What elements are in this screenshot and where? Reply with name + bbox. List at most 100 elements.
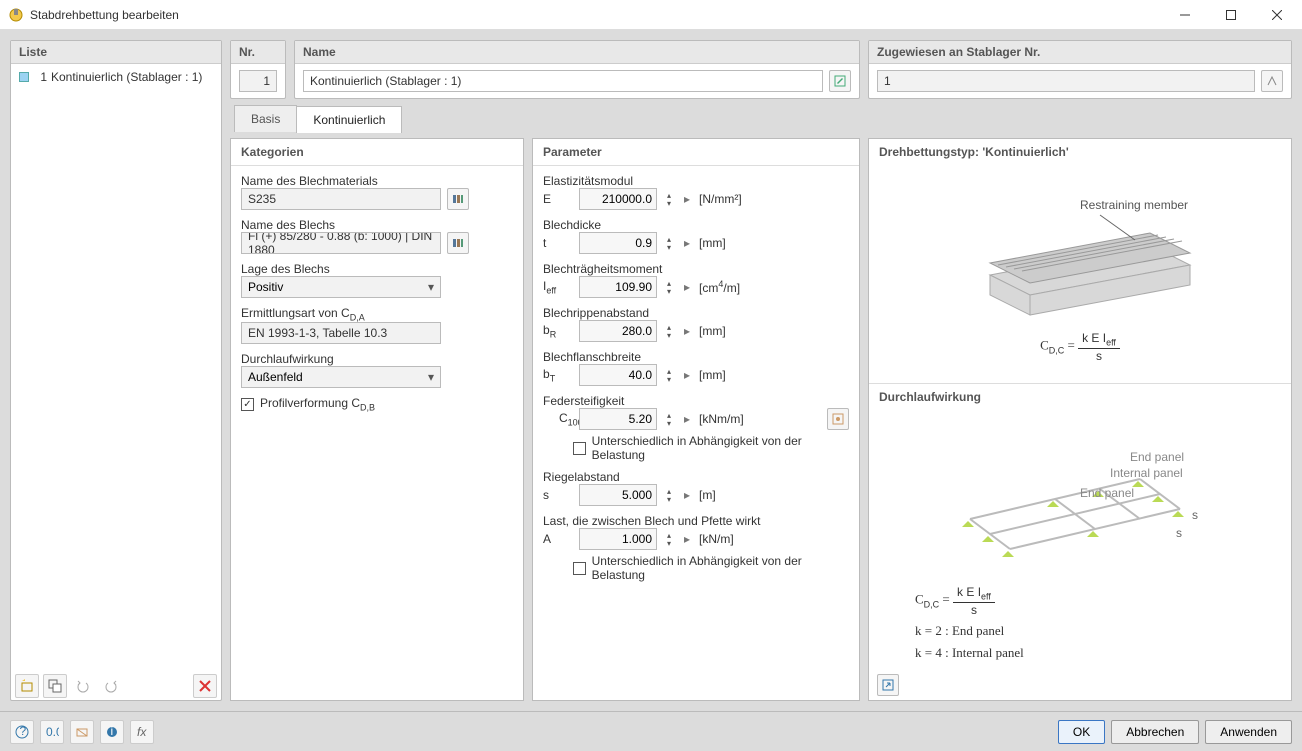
- svg-text:Internal panel: Internal panel: [1110, 466, 1183, 480]
- spinner[interactable]: ▴▾: [663, 320, 675, 342]
- arrow-right-icon[interactable]: ▸: [681, 532, 693, 546]
- determination-value: EN 1993-1-3, Tabelle 10.3: [241, 322, 441, 344]
- spinner[interactable]: ▴▾: [663, 188, 675, 210]
- arrow-right-icon[interactable]: ▸: [681, 412, 693, 426]
- continuous-effect-select[interactable]: Außenfeld ▾: [241, 366, 441, 388]
- pick-member-button[interactable]: [1261, 70, 1283, 92]
- library-button-sheet[interactable]: [447, 232, 469, 254]
- param-E-label: Elastizitätsmodul: [543, 174, 849, 188]
- arrow-right-icon[interactable]: ▸: [681, 236, 693, 250]
- param-A-diff-label: Unterschiedlich in Abhängigkeit von der …: [592, 554, 849, 582]
- list-panel: Liste 1 Kontinuierlich (Stablager : 1): [10, 40, 222, 701]
- param-bR-label: Blechrippenabstand: [543, 306, 849, 320]
- list-header: Liste: [11, 41, 221, 64]
- ok-button[interactable]: OK: [1058, 720, 1105, 744]
- param-C-settings-button[interactable]: [827, 408, 849, 430]
- param-s-unit: [m]: [699, 488, 716, 502]
- param-E-input[interactable]: 210000.0: [579, 188, 657, 210]
- param-t-input[interactable]: 0.9: [579, 232, 657, 254]
- redo-button[interactable]: [99, 674, 123, 698]
- arrow-right-icon[interactable]: ▸: [681, 488, 693, 502]
- nr-input[interactable]: 1: [239, 70, 277, 92]
- diagram-export-button[interactable]: [877, 674, 899, 696]
- maximize-button[interactable]: [1208, 0, 1254, 30]
- param-s-label: Riegelabstand: [543, 470, 849, 484]
- assigned-label: Zugewiesen an Stablager Nr.: [869, 41, 1291, 64]
- tab-kontinuierlich[interactable]: Kontinuierlich: [296, 106, 402, 133]
- spinner[interactable]: ▴▾: [663, 276, 675, 298]
- arrow-right-icon[interactable]: ▸: [681, 324, 693, 338]
- svg-text:Restraining member: Restraining member: [1080, 198, 1188, 212]
- close-button[interactable]: [1254, 0, 1300, 30]
- edit-name-button[interactable]: [829, 70, 851, 92]
- sheet-material-input[interactable]: S235: [241, 188, 441, 210]
- library-button-material[interactable]: [447, 188, 469, 210]
- param-C-input[interactable]: 5.20: [579, 408, 657, 430]
- list-item[interactable]: 1 Kontinuierlich (Stablager : 1): [15, 68, 217, 86]
- select-value: Außenfeld: [248, 370, 303, 384]
- spinner[interactable]: ▴▾: [663, 408, 675, 430]
- minimize-button[interactable]: [1162, 0, 1208, 30]
- apply-button[interactable]: Anwenden: [1205, 720, 1292, 744]
- svg-text:End panel: End panel: [1130, 450, 1184, 464]
- param-E-unit: [N/mm²]: [699, 192, 742, 206]
- info-button[interactable]: i: [100, 720, 124, 744]
- param-bT-symbol: bT: [543, 367, 573, 383]
- k4-text: k = 4 : Internal panel: [915, 645, 1024, 661]
- fx-button[interactable]: fx: [130, 720, 154, 744]
- param-A-diff-checkbox[interactable]: Unterschiedlich in Abhängigkeit von der …: [573, 554, 849, 582]
- param-t-symbol: t: [543, 236, 573, 250]
- sheet-position-select[interactable]: Positiv ▾: [241, 276, 441, 298]
- sheet-position-label: Lage des Blechs: [241, 262, 513, 276]
- list-item-number: 1: [33, 70, 47, 84]
- param-A-unit: [kN/m]: [699, 532, 734, 546]
- param-I-unit: [cm4/m]: [699, 279, 740, 295]
- profile-deformation-checkbox[interactable]: ✓ Profilverformung CD,B: [241, 396, 513, 412]
- svg-text:?: ?: [20, 725, 27, 738]
- checkbox-unchecked-icon: [573, 562, 586, 575]
- restraining-diagram: Restraining member: [950, 185, 1210, 325]
- nr-label: Nr.: [231, 41, 285, 64]
- window-title: Stabdrehbettung bearbeiten: [30, 8, 1162, 22]
- spinner[interactable]: ▴▾: [663, 232, 675, 254]
- param-C-diff-checkbox[interactable]: Unterschiedlich in Abhängigkeit von der …: [573, 434, 849, 462]
- arrow-right-icon[interactable]: ▸: [681, 280, 693, 294]
- svg-text:i: i: [111, 725, 114, 738]
- param-t-label: Blechdicke: [543, 218, 849, 232]
- continuous-effect-label: Durchlaufwirkung: [241, 352, 513, 366]
- copy-button[interactable]: [43, 674, 67, 698]
- checkbox-checked-icon: ✓: [241, 398, 254, 411]
- param-bR-input[interactable]: 280.0: [579, 320, 657, 342]
- cancel-button[interactable]: Abbrechen: [1111, 720, 1199, 744]
- delete-button[interactable]: [193, 674, 217, 698]
- continuous-effect-diagram: End panel Internal panel End panel s s: [940, 419, 1220, 579]
- units-button[interactable]: 0.00: [40, 720, 64, 744]
- categories-panel: Kategorien Name des Blechmaterials S235 …: [230, 138, 524, 701]
- arrow-right-icon[interactable]: ▸: [681, 192, 693, 206]
- assigned-input[interactable]: 1: [877, 70, 1255, 92]
- param-s-input[interactable]: 5.000: [579, 484, 657, 506]
- profile-deformation-label: Profilverformung CD,B: [260, 396, 375, 412]
- param-I-input[interactable]: 109.90: [579, 276, 657, 298]
- param-bT-input[interactable]: 40.0: [579, 364, 657, 386]
- determination-label: Ermittlungsart von CD,A: [241, 306, 513, 322]
- sheet-name-input[interactable]: Fl (+) 85/280 - 0.88 (b: 1000) | DIN 188…: [241, 232, 441, 254]
- spinner[interactable]: ▴▾: [663, 484, 675, 506]
- param-bR-unit: [mm]: [699, 324, 726, 338]
- name-input[interactable]: Kontinuierlich (Stablager : 1): [303, 70, 823, 92]
- tab-bar: Basis Kontinuierlich: [230, 105, 1292, 132]
- dialog-footer: ? 0.00 i fx OK Abbrechen Anwenden: [0, 711, 1302, 751]
- param-C-symbol: C100: [543, 411, 573, 427]
- checkbox-unchecked-icon: [573, 442, 586, 455]
- tab-basis[interactable]: Basis: [234, 105, 297, 132]
- param-bT-unit: [mm]: [699, 368, 726, 382]
- spinner[interactable]: ▴▾: [663, 528, 675, 550]
- spinner[interactable]: ▴▾: [663, 364, 675, 386]
- new-button[interactable]: [15, 674, 39, 698]
- graphic-view-button[interactable]: [70, 720, 94, 744]
- arrow-right-icon[interactable]: ▸: [681, 368, 693, 382]
- help-button[interactable]: ?: [10, 720, 34, 744]
- param-I-label: Blechträgheitsmoment: [543, 262, 849, 276]
- param-A-input[interactable]: 1.000: [579, 528, 657, 550]
- undo-button[interactable]: [71, 674, 95, 698]
